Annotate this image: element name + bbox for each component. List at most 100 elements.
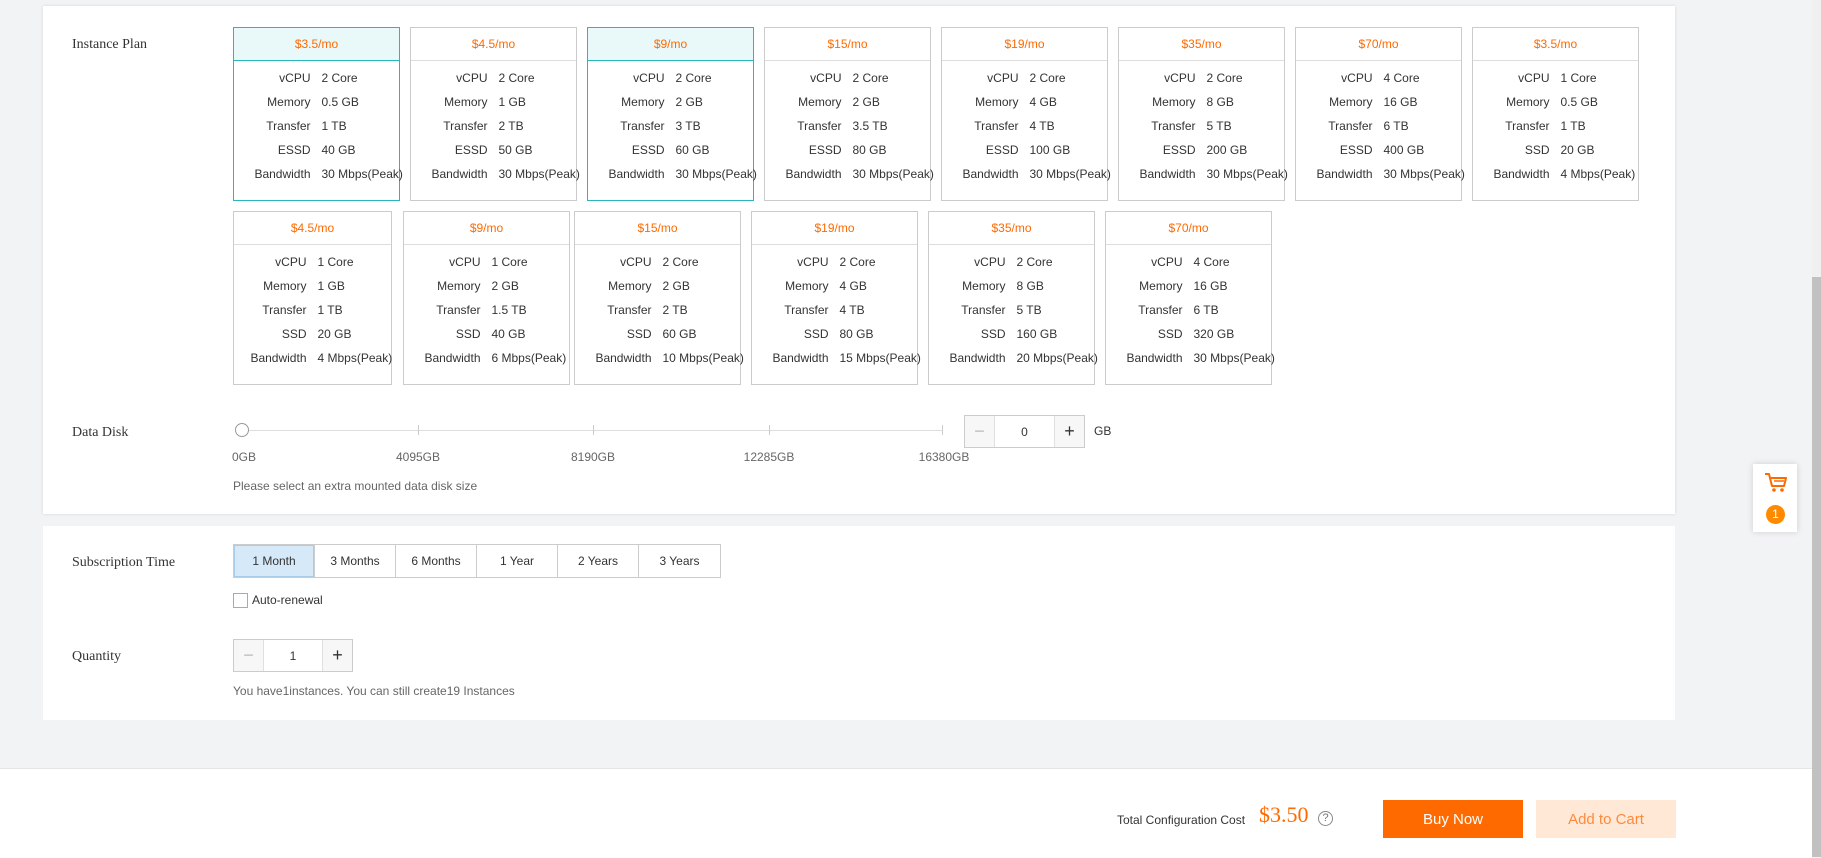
plan-spec-key: Bandwidth (595, 351, 652, 365)
plan-spec-value: 2 GB (491, 279, 519, 293)
subscription-option-6-months[interactable]: 6 Months (396, 545, 477, 577)
plan-spec-value: 2 Core (1206, 71, 1243, 85)
plan-spec-value: 2 Core (498, 71, 535, 85)
plan-spec-value: 400 GB (1383, 143, 1425, 157)
plan-spec-key: ESSD (985, 143, 1019, 157)
instance-plan-card[interactable]: $70/mo vCPU 4 Core Memory 16 GB Transfer 6 TB E… (1295, 27, 1465, 201)
subscription-option-3-years[interactable]: 3 Years (639, 545, 720, 577)
plan-spec-key: Transfer (1138, 303, 1183, 317)
plan-spec-row: Bandwidth 30 Mbps(Peak) (765, 162, 933, 186)
cart-count-badge: 1 (1766, 505, 1785, 524)
auto-renewal-label[interactable]: Auto-renewal (252, 593, 323, 607)
subscription-option-3-months[interactable]: 3 Months (315, 545, 396, 577)
plan-spec-key: Transfer (784, 303, 829, 317)
plan-spec-list: vCPU 1 Core Memory 2 GB Transfer 1.5 TB SSD 40 … (404, 245, 569, 370)
plan-spec-row: Bandwidth 4 Mbps(Peak) (1473, 162, 1638, 186)
plan-spec-value: 16 GB (1193, 279, 1228, 293)
slider-tick-label: 4095GB (395, 450, 441, 464)
subscription-option-1-year[interactable]: 1 Year (477, 545, 558, 577)
shopping-cart-icon (1765, 473, 1787, 492)
plan-spec-key: Bandwidth (1126, 351, 1183, 365)
quantity-decrease-button[interactable]: − (234, 640, 264, 671)
instance-plan-card[interactable]: $19/mo vCPU 2 Core Memory 4 GB Transfer 4 TB ES… (941, 27, 1111, 201)
auto-renewal-checkbox[interactable] (233, 593, 248, 608)
instance-plan-card[interactable]: $19/mo vCPU 2 Core Memory 4 GB Transfer 4 TB SS… (751, 211, 921, 385)
data-disk-decrease-button[interactable]: − (965, 416, 995, 447)
plan-spec-value: 4 TB (839, 303, 865, 317)
plan-price: $19/mo (942, 28, 1107, 61)
plan-spec-list: vCPU 1 Core Memory 0.5 GB Transfer 1 TB SSD 20 … (1473, 61, 1638, 186)
data-disk-label: Data Disk (72, 425, 129, 440)
plan-spec-key: SSD (281, 327, 307, 341)
plan-spec-value: 40 GB (491, 327, 526, 341)
plan-spec-row: ESSD 60 GB (588, 138, 753, 162)
plan-spec-key: vCPU (1518, 71, 1550, 85)
plan-spec-row: vCPU 2 Core (234, 66, 399, 90)
instance-plan-card[interactable]: $4.5/mo vCPU 2 Core Memory 1 GB Transfer 2 TB E… (410, 27, 580, 201)
plan-spec-value: 4 Core (1383, 71, 1420, 85)
quantity-input[interactable]: 1 (264, 640, 322, 671)
plan-spec-key: Transfer (974, 119, 1019, 133)
plan-spec-row: Memory 4 GB (942, 90, 1107, 114)
plan-spec-value: 2 Core (852, 71, 889, 85)
plan-spec-key: SSD (803, 327, 829, 341)
plan-spec-row: Transfer 5 TB (929, 298, 1094, 322)
plan-spec-row: ESSD 100 GB (942, 138, 1107, 162)
plan-spec-key: vCPU (974, 255, 1006, 269)
plan-spec-key: vCPU (620, 255, 652, 269)
instance-plan-card[interactable]: $9/mo vCPU 1 Core Memory 2 GB Transfer 1.5 TB S… (403, 211, 570, 385)
plan-spec-row: Memory 16 GB (1296, 90, 1461, 114)
subscription-option-1-month[interactable]: 1 Month (234, 545, 315, 577)
data-disk-slider-track[interactable] (242, 430, 942, 431)
instance-plan-card[interactable]: $35/mo vCPU 2 Core Memory 8 GB Transfer 5 TB ES… (1118, 27, 1288, 201)
plan-spec-row: SSD 320 GB (1106, 322, 1271, 346)
data-disk-input[interactable]: 0 (995, 416, 1054, 447)
plan-spec-key: Memory (267, 95, 311, 109)
plan-spec-list: vCPU 4 Core Memory 16 GB Transfer 6 TB ESSD 400… (1296, 61, 1464, 186)
plan-price: $3.5/mo (1473, 28, 1638, 61)
plan-spec-value: 2 GB (662, 279, 690, 293)
instance-plan-card[interactable]: $4.5/mo vCPU 1 Core Memory 1 GB Transfer 1 TB S… (233, 211, 392, 385)
plan-spec-value: 60 GB (675, 143, 710, 157)
instance-plan-card[interactable]: $3.5/mo vCPU 2 Core Memory 0.5 GB Transfer 1 T… (233, 27, 403, 201)
plan-price: $35/mo (929, 212, 1094, 245)
plan-spec-list: vCPU 2 Core Memory 2 GB Transfer 2 TB SSD 60 GB… (575, 245, 743, 370)
plan-spec-value: 2 GB (852, 95, 880, 109)
subscription-option-2-years[interactable]: 2 Years (558, 545, 639, 577)
plan-spec-key: Bandwidth (962, 167, 1019, 181)
plan-spec-value: 320 GB (1193, 327, 1235, 341)
plan-spec-row: vCPU 2 Core (929, 250, 1094, 274)
page-scrollbar-thumb[interactable] (1812, 277, 1821, 857)
buy-now-button[interactable]: Buy Now (1383, 800, 1523, 838)
plan-spec-value: 4 TB (1029, 119, 1055, 133)
plan-spec-row: Memory 16 GB (1106, 274, 1271, 298)
instance-plan-card[interactable]: $70/mo vCPU 4 Core Memory 16 GB Transfer 6 TB S… (1105, 211, 1275, 385)
instance-plan-card[interactable]: $15/mo vCPU 2 Core Memory 2 GB Transfer 2 TB SS… (574, 211, 744, 385)
plan-spec-key: Transfer (443, 119, 488, 133)
plan-spec-row: vCPU 2 Core (752, 250, 917, 274)
plan-spec-value: 1 Core (1560, 71, 1597, 85)
plan-spec-row: ESSD 50 GB (411, 138, 576, 162)
instance-plan-card[interactable]: $9/mo vCPU 2 Core Memory 2 GB Transfer 3 TB ESS… (587, 27, 757, 201)
instance-plan-card[interactable]: $3.5/mo vCPU 1 Core Memory 0.5 GB Transfer 1 T… (1472, 27, 1639, 201)
plan-spec-row: Bandwidth 30 Mbps(Peak) (411, 162, 579, 186)
instance-plan-card[interactable]: $35/mo vCPU 2 Core Memory 8 GB Transfer 5 TB SS… (928, 211, 1098, 385)
data-disk-increase-button[interactable]: + (1054, 416, 1084, 447)
plan-spec-key: Bandwidth (608, 167, 665, 181)
plan-spec-row: SSD 60 GB (575, 322, 740, 346)
instance-plan-card[interactable]: $15/mo vCPU 2 Core Memory 2 GB Transfer 3.5 TB… (764, 27, 934, 201)
plan-spec-key: Transfer (1328, 119, 1373, 133)
plan-price: $9/mo (404, 212, 569, 245)
floating-cart-button[interactable]: 1 (1753, 464, 1797, 532)
data-disk-slider-handle[interactable] (235, 423, 249, 437)
quantity-increase-button[interactable]: + (322, 640, 352, 671)
plan-spec-key: Bandwidth (1493, 167, 1550, 181)
slider-tick (769, 425, 770, 435)
plan-spec-row: ESSD 40 GB (234, 138, 399, 162)
add-to-cart-button[interactable]: Add to Cart (1536, 800, 1676, 838)
plan-spec-list: vCPU 2 Core Memory 4 GB Transfer 4 TB SSD 80 GB… (752, 245, 920, 370)
question-circle-icon[interactable]: ? (1318, 811, 1333, 826)
plan-spec-row: Bandwidth 30 Mbps(Peak) (942, 162, 1110, 186)
plan-spec-row: ESSD 80 GB (765, 138, 930, 162)
plan-spec-row: Transfer 2 TB (575, 298, 740, 322)
